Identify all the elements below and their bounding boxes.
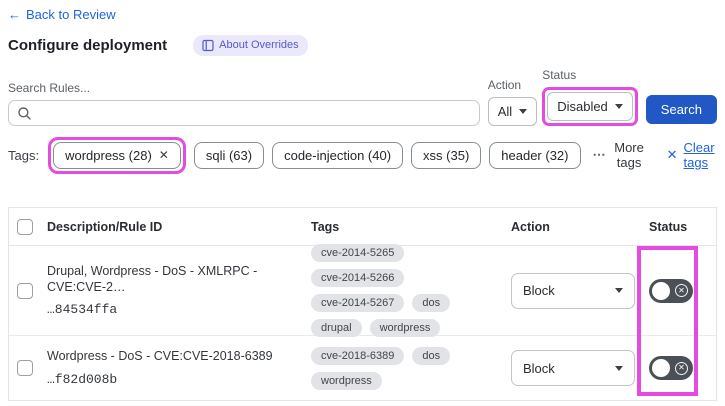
- action-select[interactable]: Block: [511, 272, 635, 309]
- caret-down-icon: [615, 288, 623, 293]
- caret-down-icon: [615, 365, 623, 371]
- tags-bar: Tags: wordpress (28) ✕ sqli (63) code-in…: [8, 136, 717, 174]
- more-tags-button[interactable]: ⋯ More tags: [593, 140, 645, 170]
- tag-filter-sqli[interactable]: sqli (63): [193, 141, 265, 169]
- rule-id: …f82d008b: [47, 371, 118, 387]
- search-button[interactable]: Search: [645, 95, 717, 124]
- status-toggle-off[interactable]: ✕: [649, 356, 693, 380]
- status-dropdown[interactable]: Disabled: [547, 92, 633, 121]
- toggle-x-icon: ✕: [675, 284, 688, 297]
- back-arrow-icon: ←: [8, 7, 21, 22]
- selected-tag-highlight-annotation: wordpress (28) ✕: [48, 136, 186, 174]
- more-tags-label: More tags: [614, 140, 644, 170]
- action-select-value: Block: [523, 283, 555, 298]
- search-rules-label: Search Rules...: [8, 81, 91, 95]
- page-title: Configure deployment: [8, 36, 168, 54]
- configure-deployment-page: ← Back to Review Configure deployment Ab…: [0, 0, 725, 406]
- search-rules-input[interactable]: [8, 100, 480, 126]
- tags-label: Tags:: [8, 147, 40, 163]
- clear-icon: ✕: [666, 147, 678, 162]
- table-row: Drupal, Wordpress - DoS - XMLRPC - CVE:C…: [9, 244, 716, 337]
- column-header-description: Description/Rule ID: [47, 219, 163, 234]
- caret-down-icon: [519, 109, 528, 114]
- back-link-label: Back to Review: [26, 7, 116, 22]
- tag-pill: drupal: [311, 319, 362, 337]
- remove-tag-icon[interactable]: ✕: [159, 148, 169, 162]
- tag-filter-xss[interactable]: xss (35): [411, 141, 482, 169]
- filter-bar: Search Rules... Action All Status Disabl…: [8, 68, 717, 126]
- about-overrides-badge[interactable]: About Overrides: [193, 34, 308, 56]
- tag-pill: cve-2014-5266: [311, 269, 405, 287]
- ellipsis-icon: ⋯: [592, 147, 607, 162]
- status-dropdown-value: Disabled: [557, 99, 608, 114]
- row-checkbox[interactable]: [17, 282, 33, 299]
- column-header-tags: Tags: [311, 219, 340, 234]
- rule-tags: cve-2014-5265 cve-2014-5266 cve-2014-526…: [311, 244, 503, 337]
- tag-pill: cve-2014-5267: [311, 294, 405, 312]
- action-dropdown-value: All: [497, 104, 513, 119]
- action-select[interactable]: Block: [511, 350, 635, 386]
- tag-pill: wordpress: [311, 371, 382, 390]
- action-filter-label: Action: [487, 78, 522, 92]
- rule-tags: cve-2018-6389 dos wordpress: [311, 346, 503, 390]
- book-icon: [202, 39, 214, 51]
- about-overrides-label: About Overrides: [219, 39, 299, 51]
- column-header-action: Action: [511, 219, 550, 234]
- rule-description: Drupal, Wordpress - DoS - XMLRPC - CVE:C…: [47, 263, 258, 294]
- caret-down-icon: [614, 104, 623, 109]
- tag-filter-header[interactable]: header (32): [489, 141, 581, 169]
- search-group: Search Rules...: [8, 81, 480, 126]
- tag-pill: wordpress: [369, 319, 441, 337]
- select-all-checkbox[interactable]: [17, 218, 33, 235]
- status-dropdown-highlight-annotation: Disabled: [542, 87, 638, 126]
- tag-filter-code-injection[interactable]: code-injection (40): [272, 141, 404, 169]
- tag-pill: cve-2014-5265: [311, 244, 405, 262]
- tag-pill: cve-2018-6389: [311, 346, 405, 365]
- status-filter-label: Status: [542, 68, 577, 82]
- tag-pill: dos: [412, 346, 451, 365]
- tag-filter-wordpress[interactable]: wordpress (28) ✕: [53, 141, 181, 169]
- title-row: Configure deployment About Overrides: [8, 34, 717, 56]
- row-checkbox[interactable]: [17, 360, 33, 376]
- rules-table: Description/Rule ID Tags Action Status D…: [8, 207, 717, 401]
- clear-tags-label: Clear tags: [683, 140, 715, 170]
- toggle-x-icon: ✕: [675, 361, 688, 375]
- toggle-knob: [652, 359, 670, 377]
- search-icon: [18, 106, 31, 120]
- rule-id: …84534ffa: [47, 302, 118, 318]
- tag-filter-label: wordpress (28): [65, 147, 152, 163]
- action-filter-group: Action All: [487, 78, 538, 126]
- tag-pill: dos: [412, 294, 451, 312]
- action-dropdown[interactable]: All: [487, 97, 538, 126]
- table-row: Wordpress - DoS - CVE:CVE-2018-6389 …f82…: [9, 336, 716, 400]
- back-to-review-link[interactable]: ← Back to Review: [8, 7, 116, 22]
- action-select-value: Block: [523, 360, 555, 376]
- status-toggle-off[interactable]: ✕: [649, 278, 693, 303]
- column-header-status: Status: [649, 219, 688, 234]
- table-header-row: Description/Rule ID Tags Action Status: [9, 208, 716, 246]
- clear-tags-link[interactable]: ✕ Clear tags: [667, 140, 717, 170]
- status-filter-group: Status Disabled: [542, 68, 638, 126]
- toggle-knob: [652, 281, 670, 300]
- rule-description: Wordpress - DoS - CVE:CVE-2018-6389: [47, 349, 273, 364]
